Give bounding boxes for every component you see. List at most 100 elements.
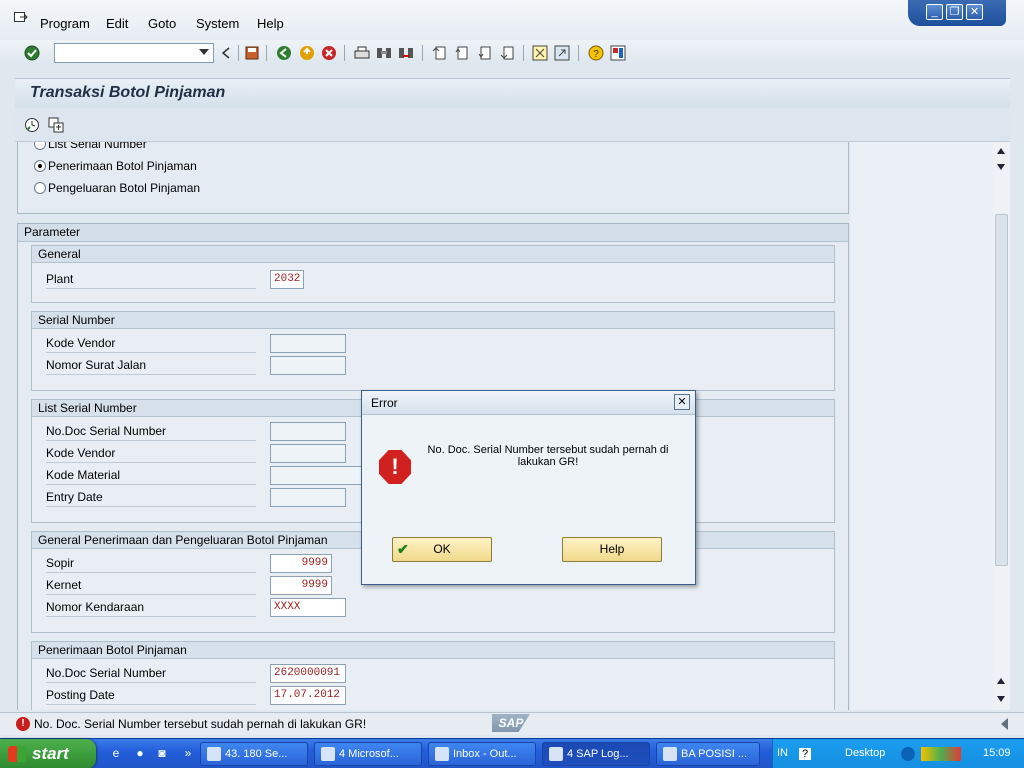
kernet-field[interactable]: 9999 — [270, 576, 332, 595]
firefox-icon[interactable]: ● — [132, 745, 148, 761]
posting-date-field[interactable]: 17.07.2012 — [270, 686, 346, 705]
label-underline — [46, 616, 256, 617]
plant-field[interactable]: 2032 — [270, 270, 304, 289]
start-button[interactable]: start — [0, 739, 96, 768]
radio-button[interactable] — [34, 182, 46, 194]
create-session-icon[interactable] — [531, 44, 549, 62]
task-label: 4 SAP Log... — [567, 748, 629, 760]
first-page-icon[interactable] — [431, 44, 449, 62]
last-page-icon[interactable] — [499, 44, 517, 62]
help-icon[interactable]: ? — [587, 44, 605, 62]
kode-vendor-row: Kode Vendor — [46, 334, 346, 354]
quick-launch-overflow-icon[interactable]: » — [180, 745, 196, 761]
nomor-kendaraan-field[interactable]: XXXX — [270, 598, 346, 617]
dialog-title: Error — [371, 396, 398, 410]
menu-program[interactable]: Program — [40, 16, 90, 31]
find-next-icon[interactable] — [397, 44, 415, 62]
label-underline — [46, 374, 256, 375]
save-icon[interactable] — [243, 44, 261, 62]
serial-number-subgroup: Serial Number Kode Vendor Nomor Surat Ja… — [31, 311, 835, 391]
entry-date-field[interactable] — [270, 488, 346, 507]
menu-system[interactable]: System — [196, 16, 239, 31]
quick-launch-icon[interactable]: ◙ — [154, 745, 170, 761]
language-indicator[interactable]: IN — [777, 747, 788, 759]
system-tray: IN ? Desktop 15:09 — [772, 739, 1024, 768]
general-subgroup: General Plant 2032 — [31, 245, 835, 303]
error-stop-icon: ! — [379, 450, 411, 484]
enter-icon[interactable] — [23, 44, 41, 62]
tray-notification-icons[interactable] — [921, 747, 961, 761]
cancel-icon[interactable] — [320, 44, 338, 62]
taskbar-item[interactable]: 43. 180 Se... — [200, 742, 308, 766]
radio-penerimaan-botol-pinjaman[interactable]: Penerimaan Botol Pinjaman — [34, 159, 197, 173]
radio-label: Pengeluaran Botol Pinjaman — [48, 181, 201, 195]
taskbar-item[interactable]: BA POSISI ... — [656, 742, 760, 766]
label-underline — [46, 572, 256, 573]
next-page-icon[interactable] — [476, 44, 494, 62]
tray-chevron-icon[interactable] — [901, 747, 915, 761]
ok-button[interactable]: ✔ OK — [392, 537, 492, 562]
command-field[interactable] — [54, 43, 214, 63]
menu-help[interactable]: Help — [257, 16, 284, 31]
vertical-scrollbar[interactable] — [993, 142, 1010, 710]
radio-label: List Serial Number — [48, 142, 147, 151]
status-expand-icon[interactable] — [1001, 718, 1008, 730]
status-message[interactable]: ! No. Doc. Serial Number tersebut sudah … — [16, 717, 366, 731]
help-button[interactable]: Help — [562, 537, 662, 562]
no-doc-field[interactable] — [270, 422, 346, 441]
taskbar-item-active[interactable]: 4 SAP Log... — [542, 742, 650, 766]
sopir-row: Sopir 9999 — [46, 554, 336, 574]
exit-icon[interactable] — [298, 44, 316, 62]
dialog-close-button[interactable]: ✕ — [674, 394, 690, 410]
close-window-button[interactable]: ✕ — [966, 4, 983, 20]
task-icon — [321, 747, 335, 761]
ok-button-label: OK — [433, 542, 451, 556]
scroll-down-icon[interactable] — [997, 164, 1005, 170]
restore-button[interactable]: ❐ — [946, 4, 963, 20]
label-underline — [46, 288, 256, 289]
ie-icon[interactable]: e — [108, 745, 124, 761]
no-doc-field[interactable]: 2620000091 — [270, 664, 346, 683]
scroll-up-icon[interactable] — [997, 148, 1005, 154]
nomor-surat-jalan-field[interactable] — [270, 356, 346, 375]
back-icon[interactable] — [275, 44, 293, 62]
find-icon[interactable] — [375, 44, 393, 62]
taskbar-item[interactable]: Inbox - Out... — [428, 742, 536, 766]
minimize-button[interactable]: _ — [926, 4, 943, 20]
command-dropdown-icon[interactable] — [199, 49, 209, 55]
radio-list-serial-number[interactable]: List Serial Number — [34, 142, 147, 151]
radio-button[interactable] — [34, 142, 46, 150]
label-underline — [46, 352, 256, 353]
sopir-field[interactable]: 9999 — [270, 554, 332, 573]
menu-goto[interactable]: Goto — [148, 16, 176, 31]
title-bar: Transaksi Botol Pinjaman — [15, 78, 1010, 108]
error-dialog: Error ✕ ! No. Doc. Serial Number tersebu… — [361, 390, 696, 585]
scroll-page-up-icon[interactable] — [997, 678, 1005, 684]
shortcut-icon[interactable] — [553, 44, 571, 62]
dialog-title-bar: Error ✕ — [362, 391, 695, 415]
nomor-kendaraan-label: Nomor Kendaraan — [46, 600, 145, 614]
label-underline — [46, 704, 256, 705]
help-tray-icon[interactable]: ? — [799, 748, 811, 760]
previous-page-icon[interactable] — [453, 44, 471, 62]
layout-menu-icon[interactable] — [609, 44, 627, 62]
taskbar-item[interactable]: 4 Microsof... — [314, 742, 422, 766]
serial-number-heading: Serial Number — [32, 312, 834, 329]
back-arrow-icon[interactable] — [217, 44, 235, 62]
variant-icon[interactable] — [47, 116, 65, 134]
radio-pengeluaran-botol-pinjaman[interactable]: Pengeluaran Botol Pinjaman — [34, 181, 200, 195]
radio-button-selected[interactable] — [34, 160, 46, 172]
kode-vendor-field[interactable] — [270, 334, 346, 353]
desktop-toolbar-label[interactable]: Desktop — [845, 747, 885, 759]
application-toolbar — [15, 108, 1010, 142]
menu-edit[interactable]: Edit — [106, 16, 128, 31]
execute-icon[interactable] — [23, 116, 41, 134]
label-underline — [46, 440, 256, 441]
scroll-thumb[interactable] — [995, 214, 1008, 566]
sap-menu-icon[interactable] — [14, 12, 28, 24]
kode-vendor-field[interactable] — [270, 444, 346, 463]
help-button-label: Help — [599, 542, 625, 556]
task-icon — [549, 747, 563, 761]
scroll-page-down-icon[interactable] — [997, 696, 1005, 702]
print-icon[interactable] — [353, 44, 371, 62]
